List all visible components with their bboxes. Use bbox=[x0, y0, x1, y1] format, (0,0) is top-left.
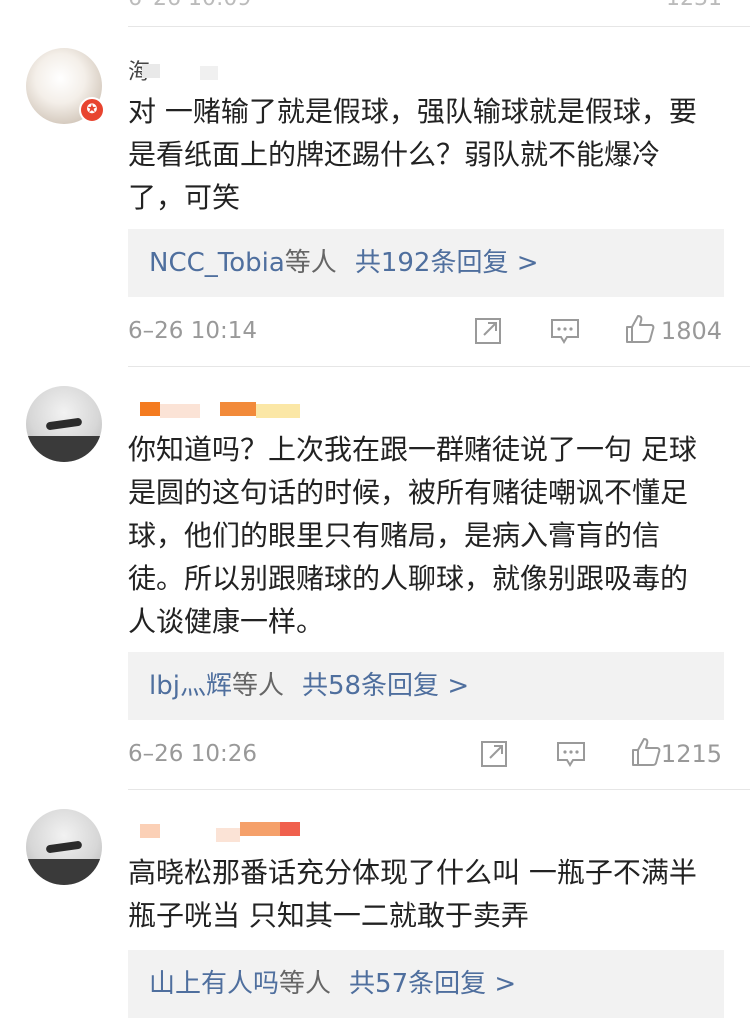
username-mask bbox=[216, 828, 240, 842]
reply-others: 等人 bbox=[231, 671, 284, 701]
timestamp: 6–26 10:14 bbox=[128, 318, 257, 344]
reply-count-link[interactable]: 共58条回复 > bbox=[302, 671, 469, 701]
comment-meta: 6–26 10:26 1215 bbox=[128, 734, 722, 774]
reply-names[interactable]: lbj灬辉 bbox=[149, 671, 232, 701]
reply-count-link[interactable]: 共192条回复 > bbox=[355, 248, 539, 278]
replies-preview[interactable]: NCC_Tobia等人 共192条回复 > bbox=[128, 229, 724, 297]
previous-comment-meta: 6–26 10:09 1231 bbox=[0, 0, 750, 26]
previous-time: 6–26 10:09 bbox=[128, 0, 251, 11]
avatar-plane bbox=[45, 840, 83, 854]
previous-likes: 1231 bbox=[666, 0, 722, 11]
avatar-ground bbox=[26, 436, 102, 462]
comment-text: 高晓松那番话充分体现了什么叫 一瓶子不满半瓶子咣当 只知其一二就敢于卖弄 bbox=[128, 856, 697, 932]
username-mask bbox=[256, 404, 300, 418]
reply-others: 等人 bbox=[284, 248, 337, 278]
comment-text: 你知道吗？上次我在跟一群赌徒说了一句 足球是圆的这句话的时候，被所有赌徒嘲讽不懂… bbox=[128, 433, 697, 638]
like-count: 1804 bbox=[660, 317, 722, 345]
replies-preview[interactable]: lbj灬辉等人 共58条回复 > bbox=[128, 652, 724, 720]
avatar-plane bbox=[45, 417, 83, 431]
username-mask bbox=[280, 822, 300, 836]
reply-count-link[interactable]: 共57条回复 > bbox=[349, 969, 516, 999]
divider bbox=[128, 26, 750, 27]
username-mask bbox=[140, 402, 160, 416]
like-icon[interactable] bbox=[630, 736, 662, 768]
username-mask bbox=[160, 404, 200, 418]
username-mask bbox=[220, 402, 256, 416]
comment-text: 对 一赌输了就是假球，强队输球就是假球，要是看纸面上的牌还踢什么？弱队就不能爆冷… bbox=[128, 95, 697, 214]
like-icon[interactable] bbox=[624, 313, 656, 345]
reply-others: 等人 bbox=[279, 969, 332, 999]
username-mask bbox=[140, 824, 160, 838]
comment-meta: 6–26 10:14 1804 bbox=[128, 311, 722, 351]
avatar-ground bbox=[26, 859, 102, 885]
reply-names[interactable]: NCC_Tobia bbox=[149, 248, 285, 278]
avatar[interactable] bbox=[26, 809, 102, 885]
verified-badge-icon: ✪ bbox=[79, 97, 105, 123]
comment-icon[interactable] bbox=[556, 740, 586, 768]
username-mask bbox=[240, 822, 280, 836]
comment-icon[interactable] bbox=[550, 317, 580, 345]
divider bbox=[128, 366, 750, 367]
username-mask bbox=[200, 66, 218, 80]
username-mask bbox=[142, 64, 160, 78]
timestamp: 6–26 10:26 bbox=[128, 741, 257, 767]
share-icon[interactable] bbox=[474, 317, 504, 345]
avatar[interactable] bbox=[26, 386, 102, 462]
like-count: 1215 bbox=[660, 740, 722, 768]
divider bbox=[128, 789, 750, 790]
reply-names[interactable]: 山上有人吗 bbox=[149, 969, 279, 999]
share-icon[interactable] bbox=[480, 740, 510, 768]
